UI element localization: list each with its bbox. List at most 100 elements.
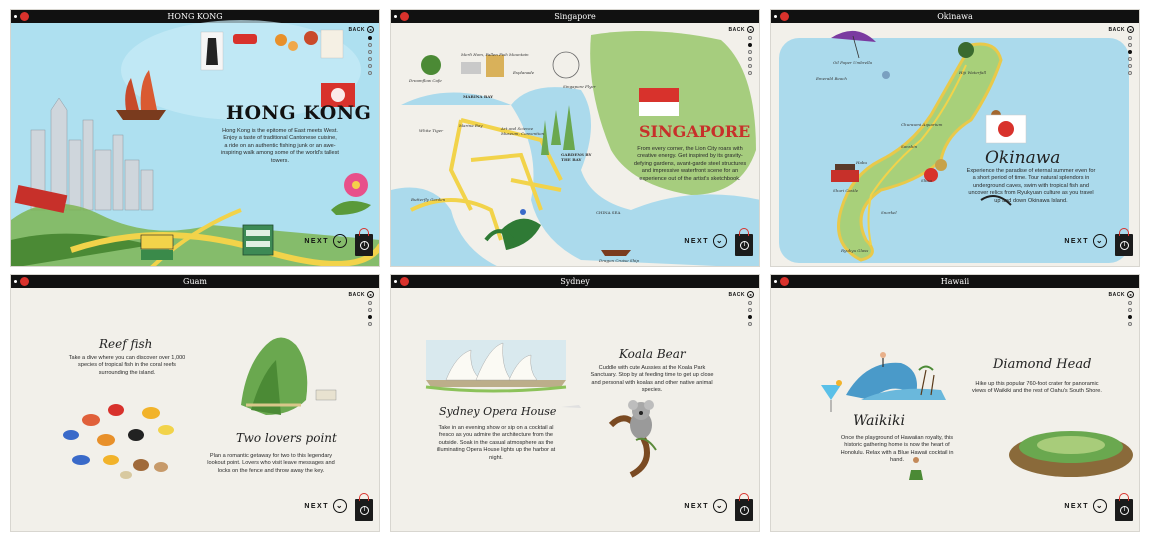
- page-dot[interactable]: [1128, 308, 1132, 312]
- map-label: Marina Bay: [459, 123, 483, 128]
- koala-bear-title: Koala Bear: [619, 347, 686, 361]
- page-title: SINGAPORE: [639, 122, 751, 141]
- next-arrow-icon: ⌄: [333, 234, 347, 248]
- reef-fish-title: Reef fish: [99, 337, 153, 351]
- next-button[interactable]: NEXT ⌄: [304, 234, 347, 248]
- page-indicator: [748, 301, 752, 326]
- page-indicator: [748, 36, 752, 75]
- page-dot[interactable]: [1128, 64, 1132, 68]
- page-dot[interactable]: [368, 322, 372, 326]
- map-label: Shuri Castle: [833, 188, 859, 193]
- page-dot[interactable]: [748, 308, 752, 312]
- page-dot[interactable]: [368, 57, 372, 61]
- page-dot[interactable]: [748, 43, 752, 47]
- page-indicator: [368, 301, 372, 326]
- diamond-head-title: Diamond Head: [993, 357, 1092, 372]
- map-label: Snorkel: [881, 210, 897, 215]
- panel-guam: Guam Reef fish Take a dive where you can…: [10, 274, 380, 532]
- back-arrow-icon: ◂: [747, 291, 754, 298]
- back-arrow-icon: ◂: [367, 291, 374, 298]
- guam-illustration: [63, 337, 337, 479]
- next-button[interactable]: NEXT ⌄: [684, 234, 727, 248]
- waikiki-description: Once the playground of Hawaiian royalty,…: [840, 435, 954, 464]
- map-label: Art and Science Museum, Convention: [501, 126, 545, 136]
- next-button[interactable]: NEXT ⌄: [1064, 499, 1107, 513]
- map-label: Emerald Beach: [816, 76, 847, 81]
- page-dot[interactable]: [748, 50, 752, 54]
- page-dot[interactable]: [368, 308, 372, 312]
- koala-bear-description: Cuddle with cute Aussies at the Koala Pa…: [590, 365, 714, 394]
- panel-okinawa: Okinawa Oil Paper Umbrella Hiji Waterfal…: [770, 9, 1140, 267]
- shopping-bag-icon[interactable]: [735, 493, 753, 521]
- page-dot[interactable]: [368, 50, 372, 54]
- next-button[interactable]: NEXT ⌄: [684, 499, 727, 513]
- page-dot[interactable]: [748, 315, 752, 319]
- back-arrow-icon: ◂: [747, 26, 754, 33]
- next-button[interactable]: NEXT ⌄: [1064, 234, 1107, 248]
- next-arrow-icon: ⌄: [713, 499, 727, 513]
- shopping-bag-icon[interactable]: [1115, 228, 1133, 256]
- page-dot[interactable]: [748, 71, 752, 75]
- panel-hawaii: Hawaii Diamond Head Hike up this popular…: [770, 274, 1140, 532]
- map-label: Sanshin: [901, 144, 918, 149]
- map-label: Shisa: [921, 178, 933, 183]
- panel-sydney: Sydney Koala Bear Cuddle with cute Aussi…: [390, 274, 760, 532]
- page-dot[interactable]: [1128, 322, 1132, 326]
- back-button[interactable]: BACK ◂: [729, 26, 754, 33]
- page-dot[interactable]: [1128, 71, 1132, 75]
- page-dot[interactable]: [368, 43, 372, 47]
- page-dot[interactable]: [1128, 36, 1132, 40]
- map-label: Churaumi Aquarium: [901, 122, 943, 127]
- page-dot[interactable]: [368, 301, 372, 305]
- map-label: MARINA BAY: [463, 94, 494, 99]
- shopping-bag-icon[interactable]: [1115, 493, 1133, 521]
- page-description: From every corner, the Lion City roars w…: [633, 146, 747, 182]
- back-button[interactable]: BACK ◂: [1109, 291, 1134, 298]
- page-dot[interactable]: [748, 322, 752, 326]
- page-dot[interactable]: [1128, 43, 1132, 47]
- shopping-bag-icon[interactable]: [735, 228, 753, 256]
- waikiki-title: Waikiki: [853, 413, 905, 429]
- map-label: Hiji Waterfall: [959, 70, 987, 75]
- map-label: Dragon Cruise Ship: [599, 258, 639, 263]
- page-dot[interactable]: [368, 315, 372, 319]
- map-label: Merli Hom, Fallen Fish Mountain: [461, 52, 529, 57]
- back-button[interactable]: BACK ◂: [1109, 26, 1134, 33]
- sydney-opera-house-description: Take in an evening show or sip on a cock…: [436, 425, 556, 461]
- back-arrow-icon: ◂: [1127, 26, 1134, 33]
- page-dot[interactable]: [368, 36, 372, 40]
- panel-singapore: Singapore Dreamflow Cafe Merli Hom, Fall…: [390, 9, 760, 267]
- page-dot[interactable]: [1128, 301, 1132, 305]
- hawaii-illustration: [821, 352, 1133, 480]
- back-button[interactable]: BACK ◂: [729, 291, 754, 298]
- page-title: Okinawa: [985, 148, 1061, 168]
- map-label: Singapore Flyer: [563, 84, 596, 89]
- next-button[interactable]: NEXT ⌄: [304, 499, 347, 513]
- page-indicator: [368, 36, 372, 75]
- page-indicator: [1128, 301, 1132, 326]
- page-title: HONG KONG: [226, 102, 372, 124]
- page-dot[interactable]: [1128, 57, 1132, 61]
- next-arrow-icon: ⌄: [1093, 234, 1107, 248]
- map-label: CHINA SEA: [596, 210, 621, 215]
- page-dot[interactable]: [748, 57, 752, 61]
- shopping-bag-icon[interactable]: [355, 228, 373, 256]
- shopping-bag-icon[interactable]: [355, 493, 373, 521]
- page-dot[interactable]: [1128, 315, 1132, 319]
- page-dot[interactable]: [748, 36, 752, 40]
- page-dot[interactable]: [748, 301, 752, 305]
- diamond-head-description: Hike up this popular 760-foot crater for…: [972, 381, 1102, 395]
- page-dot[interactable]: [368, 64, 372, 68]
- map-label: Dreamflow Cafe: [409, 78, 442, 83]
- map-label: White Tiger: [419, 128, 443, 133]
- back-button[interactable]: BACK ◂: [349, 291, 374, 298]
- page-dot[interactable]: [368, 71, 372, 75]
- two-lovers-point-description: Plan a romantic getaway for two to this …: [207, 453, 335, 474]
- page-indicator: [1128, 36, 1132, 75]
- page-description: Experience the paradise of eternal summe…: [966, 168, 1096, 204]
- map-label: Esplanade: [513, 70, 535, 75]
- back-button[interactable]: BACK ◂: [349, 26, 374, 33]
- page-dot[interactable]: [748, 64, 752, 68]
- page-dot[interactable]: [1128, 50, 1132, 54]
- page-description: Hong Kong is the epitome of East meets W…: [221, 128, 339, 164]
